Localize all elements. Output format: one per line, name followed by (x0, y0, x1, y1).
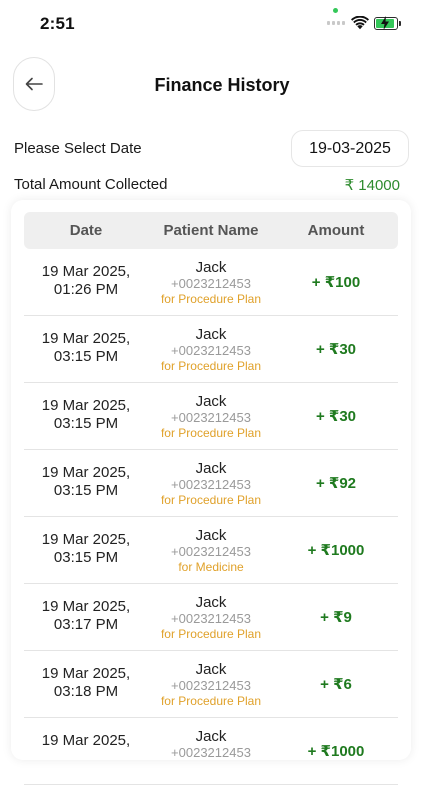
cellular-signal-icon (327, 21, 345, 25)
battery-cap (399, 21, 401, 26)
row-amount: + ₹30 (315, 408, 357, 425)
patient-phone: +0023212453 (171, 276, 251, 291)
patient-phone: +0023212453 (171, 745, 251, 760)
page-title: Finance History (154, 75, 290, 95)
patient-name: Jack (195, 393, 227, 410)
row-patient: Jack +0023212453 for Procedure Plan (148, 460, 274, 507)
row-amount: + ₹9 (320, 609, 352, 626)
row-amount: + ₹6 (320, 676, 352, 693)
table-row[interactable]: 19 Mar 2025, 03:15 PM Jack +0023212453 fo… (24, 383, 398, 450)
table-row[interactable]: 19 Mar 2025, 03:15 PM Jack +0023212453 fo… (24, 316, 398, 383)
table-row[interactable]: 19 Mar 2025, 01:26 PM Jack +0023212453 fo… (24, 249, 398, 316)
row-amount: + ₹1000 (307, 743, 365, 760)
table-row[interactable]: 19 Mar 2025, 03:15 PM Jack +0023212453 fo… (24, 517, 398, 584)
patient-phone: +0023212453 (171, 611, 251, 626)
row-patient: Jack +0023212453 (148, 728, 274, 761)
patient-phone: +0023212453 (171, 544, 251, 559)
patient-name: Jack (195, 728, 227, 745)
row-patient: Jack +0023212453 for Procedure Plan (148, 326, 274, 373)
table-row[interactable]: 19 Mar 2025, 03:15 PM Jack +0023212453 fo… (24, 450, 398, 517)
column-header-date: Date (69, 222, 103, 239)
total-collected-label: Total Amount Collected (14, 176, 168, 193)
status-bar: 2:51 (0, 0, 422, 50)
table-header: Date Patient Name Amount (24, 212, 398, 249)
row-patient: Jack +0023212453 for Procedure Plan (148, 594, 274, 641)
patient-name: Jack (195, 661, 227, 678)
row-date: 19 Mar 2025, 03:15 PM (41, 397, 131, 432)
table-row[interactable]: 19 Mar 2025, Jack +0023212453 + ₹1000 (24, 718, 398, 785)
row-amount: + ₹30 (315, 341, 357, 358)
patient-name: Jack (195, 527, 227, 544)
payment-purpose: for Procedure Plan (160, 694, 262, 708)
status-time: 2:51 (40, 14, 75, 33)
patient-phone: +0023212453 (171, 410, 251, 425)
payment-purpose: for Procedure Plan (160, 627, 262, 641)
patient-phone: +0023212453 (171, 477, 251, 492)
date-picker-button[interactable]: 19-03-2025 (291, 130, 409, 167)
row-amount: + ₹1000 (307, 542, 365, 559)
row-patient: Jack +0023212453 for Procedure Plan (148, 259, 274, 306)
row-date: 19 Mar 2025, 03:15 PM (41, 531, 131, 566)
privacy-indicator-dot (333, 8, 338, 13)
date-select-label: Please Select Date (14, 140, 142, 157)
row-amount: + ₹92 (315, 475, 357, 492)
battery-charging-icon (374, 16, 398, 30)
row-patient: Jack +0023212453 for Medicine (148, 527, 274, 574)
row-date: 19 Mar 2025, 03:17 PM (41, 598, 131, 633)
payment-purpose: for Procedure Plan (160, 292, 262, 306)
column-header-patient-name: Patient Name (163, 222, 259, 239)
payment-purpose: for Procedure Plan (160, 359, 262, 373)
table-row[interactable]: 19 Mar 2025, 03:17 PM Jack +0023212453 fo… (24, 584, 398, 651)
wifi-icon (351, 16, 369, 30)
payment-purpose: for Procedure Plan (160, 426, 262, 440)
patient-name: Jack (195, 460, 227, 477)
patient-name: Jack (195, 326, 227, 343)
table-row[interactable]: 19 Mar 2025, 03:18 PM Jack +0023212453 fo… (24, 651, 398, 718)
patient-name: Jack (195, 594, 227, 611)
row-date: 19 Mar 2025, 03:15 PM (41, 330, 131, 365)
row-date: 19 Mar 2025, 01:26 PM (41, 263, 131, 298)
payment-purpose: for Procedure Plan (160, 493, 262, 507)
column-header-amount: Amount (307, 222, 365, 239)
table-body: 19 Mar 2025, 01:26 PM Jack +0023212453 fo… (24, 249, 398, 785)
row-date: 19 Mar 2025, 03:18 PM (41, 665, 131, 700)
row-date: 19 Mar 2025, 03:15 PM (41, 464, 131, 499)
patient-phone: +0023212453 (171, 343, 251, 358)
total-collected-value: ₹ 14000 (344, 177, 400, 194)
row-patient: Jack +0023212453 for Procedure Plan (148, 393, 274, 440)
payment-purpose: for Medicine (178, 560, 244, 574)
patient-phone: +0023212453 (171, 678, 251, 693)
row-patient: Jack +0023212453 for Procedure Plan (148, 661, 274, 708)
row-amount: + ₹100 (311, 274, 361, 291)
row-date: 19 Mar 2025, (41, 732, 131, 749)
patient-name: Jack (195, 259, 227, 276)
